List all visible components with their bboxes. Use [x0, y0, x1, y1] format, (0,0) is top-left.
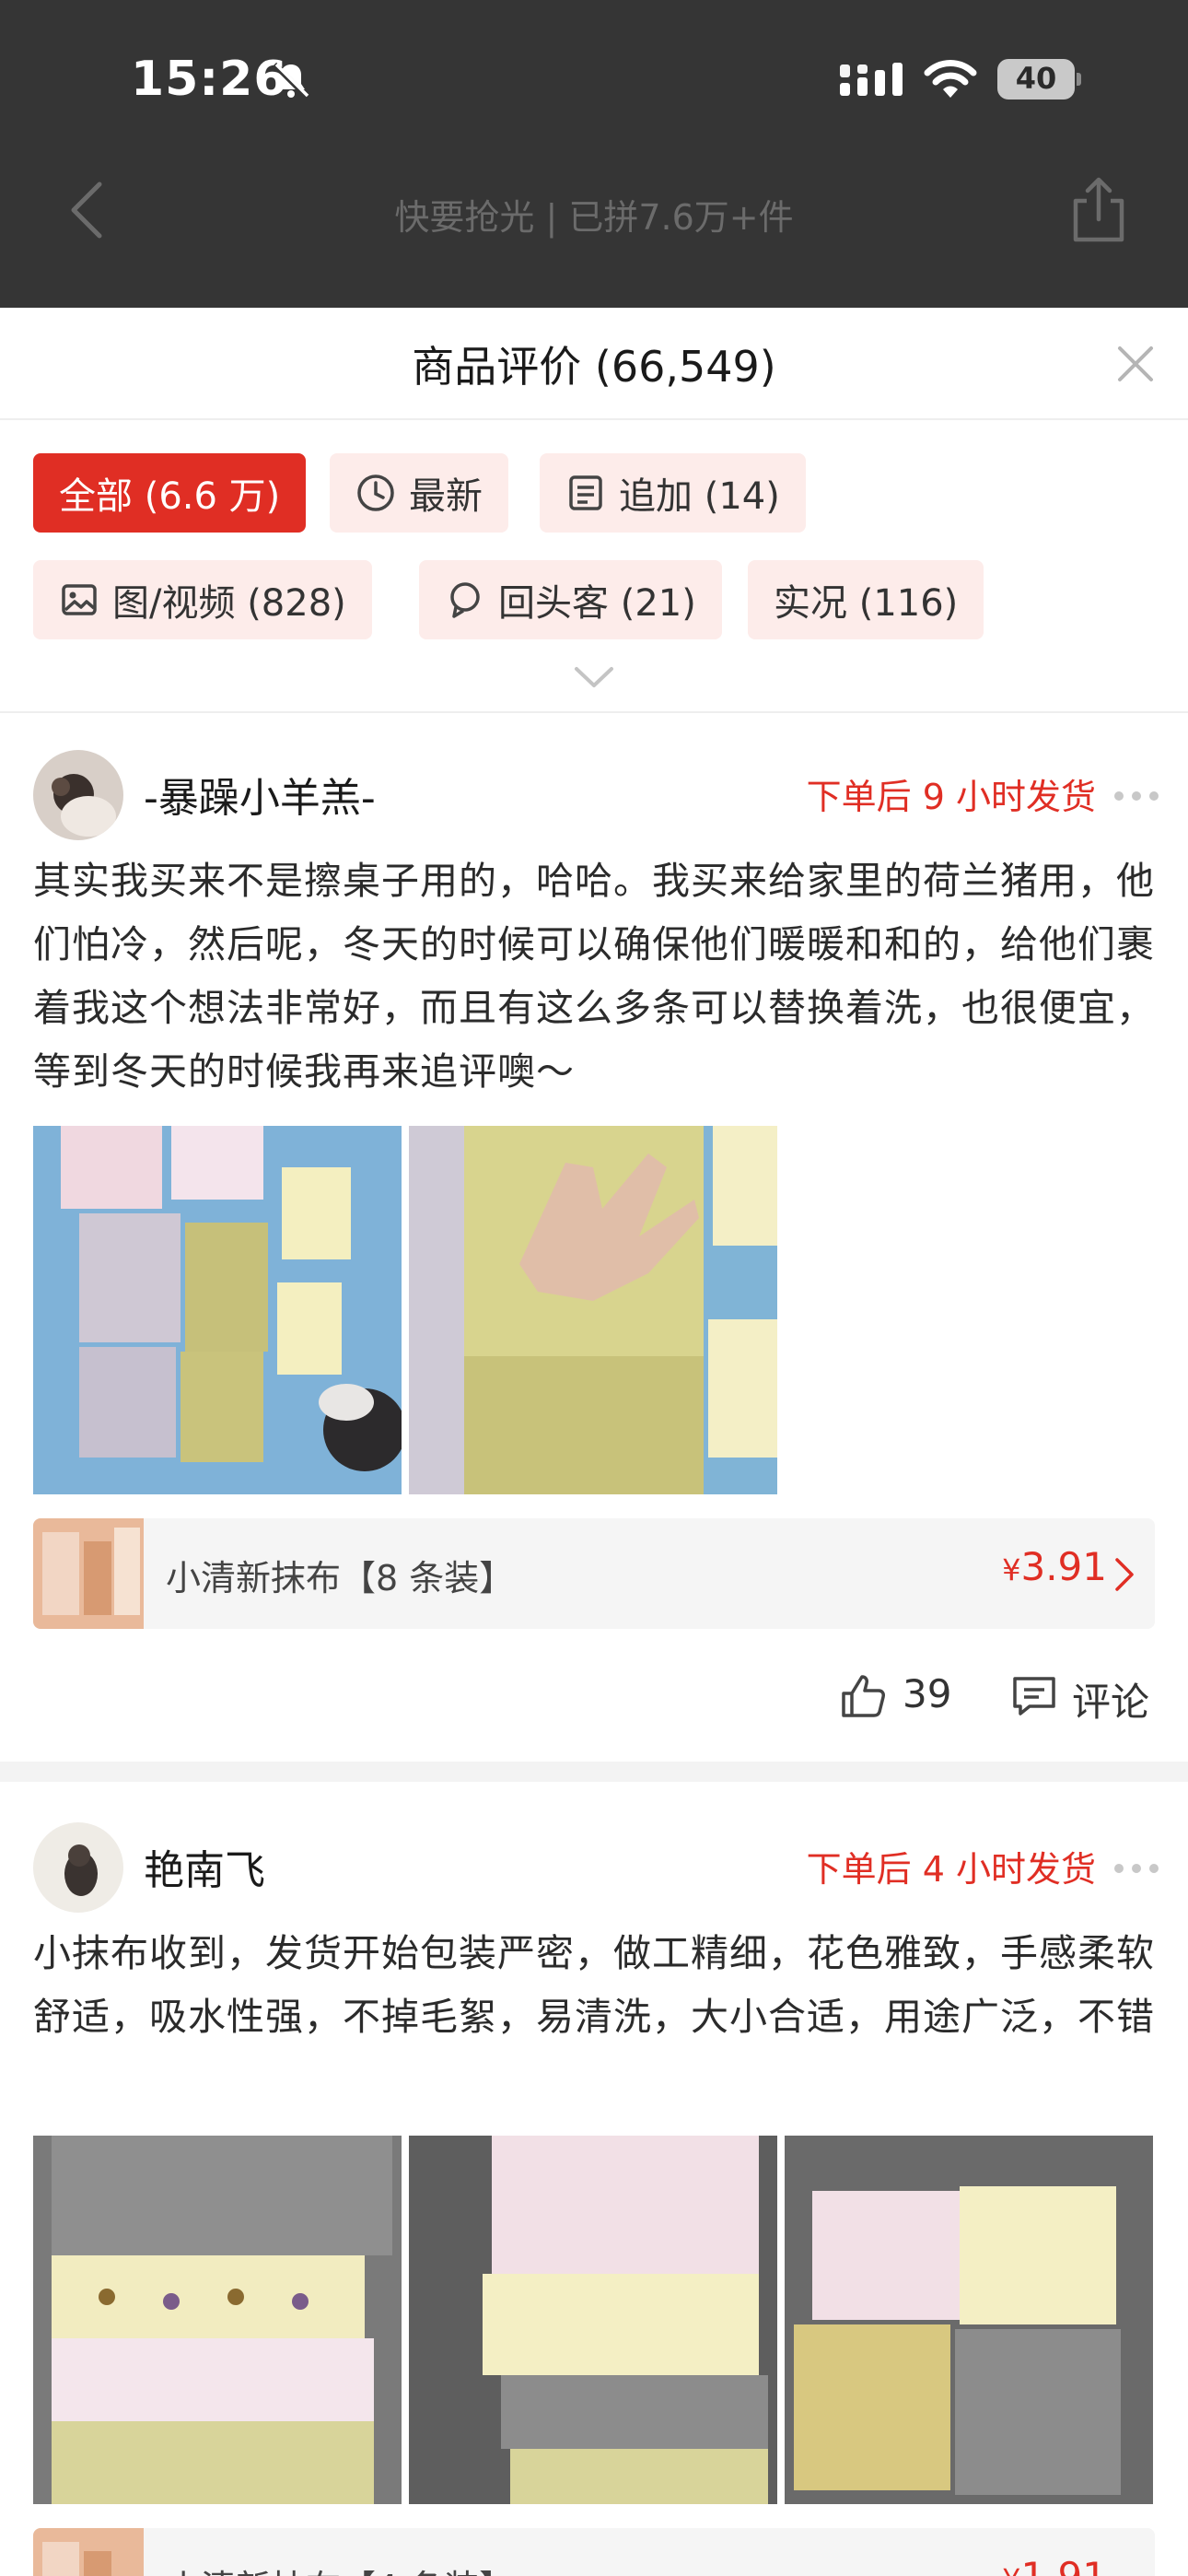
avatar[interactable] — [33, 750, 123, 840]
review-text: 其实我买来不是擦桌子用的，哈哈。我买来给家里的荷兰猪用，他们怕冷，然后呢，冬天的… — [33, 859, 1155, 1094]
avatar[interactable] — [33, 1822, 123, 1913]
chevron-right-icon — [1115, 1558, 1134, 1591]
battery-level: 40 — [1015, 61, 1057, 96]
filter-label: 追加 (14) — [619, 475, 780, 518]
product-name: 小清新抹布【4 条装】 — [166, 2559, 514, 2576]
divider — [0, 711, 1188, 713]
filter-chip-repeat-customer[interactable]: 回头客 (21) — [419, 560, 722, 639]
status-time: 15:26 — [131, 52, 288, 107]
like-count: 39 — [903, 1671, 952, 1716]
filter-label: 图/视频 (828) — [112, 582, 346, 625]
share-icon[interactable] — [1070, 177, 1127, 243]
image-icon — [62, 584, 97, 615]
product-name: 小清新抹布【8 条装】 — [166, 1558, 515, 1598]
username[interactable]: -暴躁小羊羔- — [144, 765, 376, 824]
clock-icon — [357, 474, 394, 511]
filter-chip-media[interactable]: 图/视频 (828) — [33, 560, 372, 639]
battery-indicator: 40 — [997, 59, 1081, 100]
product-card[interactable]: 小清新抹布【8 条装】 ¥3.91 — [33, 1518, 1155, 1629]
signal-icon — [840, 63, 903, 96]
comment-button[interactable]: 评论 — [1072, 1671, 1149, 1727]
silent-bell-icon — [272, 62, 310, 100]
review-photo[interactable] — [33, 2136, 402, 2504]
filter-chip-all[interactable]: 全部 (6.6 万) — [33, 453, 307, 533]
product-thumbnail — [33, 2528, 144, 2576]
review-photo[interactable] — [33, 1126, 402, 1494]
product-price: ¥3.91 — [1002, 1544, 1107, 1589]
review-photo[interactable] — [409, 1126, 777, 1494]
filter-chip-latest[interactable]: 最新 — [330, 453, 508, 533]
review-text: 小抹布收到，发货开始包装严密，做工精细，花色雅致，手感柔软舒适，吸水性强，不掉毛… — [33, 1931, 1155, 2039]
filter-label: 全部 (6.6 万) — [59, 475, 281, 518]
username[interactable]: 艳南飞 — [144, 1837, 265, 1896]
product-price: ¥1.91 — [1002, 2554, 1107, 2576]
comment-icon[interactable] — [1011, 1675, 1057, 1717]
section-gap — [0, 1762, 1188, 1782]
more-options-icon[interactable] — [1112, 1862, 1160, 1875]
product-card[interactable]: 小清新抹布【4 条装】 ¥1.91 — [33, 2528, 1155, 2576]
chevron-down-icon[interactable] — [573, 665, 615, 691]
filter-chip-live[interactable]: 实况 (116) — [748, 560, 984, 639]
more-options-icon[interactable] — [1112, 790, 1160, 802]
close-icon[interactable] — [1116, 345, 1155, 383]
review-photo[interactable] — [409, 2136, 777, 2504]
reviews-sheet: 商品评价 (66,549) 全部 (6.6 万) 最新 追加 (14) 图/视频… — [0, 308, 1188, 2576]
filter-label: 回头客 (21) — [498, 582, 696, 625]
sheet-title: 商品评价 (66,549) — [412, 342, 776, 392]
divider — [0, 418, 1188, 420]
filter-label: 实况 (116) — [774, 582, 959, 625]
thumbs-up-icon[interactable] — [840, 1673, 886, 1719]
shipping-time: 下单后 4 小时发货 — [806, 1849, 1096, 1890]
review-photo[interactable] — [785, 2136, 1153, 2504]
wifi-icon — [924, 60, 977, 98]
filter-label: 最新 — [409, 475, 483, 518]
document-icon — [569, 475, 602, 510]
nav-title: 快要抢光 | 已拼7.6万+件 — [394, 197, 794, 238]
repeat-customer-icon — [450, 582, 480, 618]
shipping-time: 下单后 9 小时发货 — [806, 777, 1096, 817]
dimmed-header: 15:26 40 快要抢光 | 已拼7.6万+件 — [0, 0, 1188, 308]
product-thumbnail — [33, 1518, 144, 1629]
filter-chip-followup[interactable]: 追加 (14) — [540, 453, 806, 533]
